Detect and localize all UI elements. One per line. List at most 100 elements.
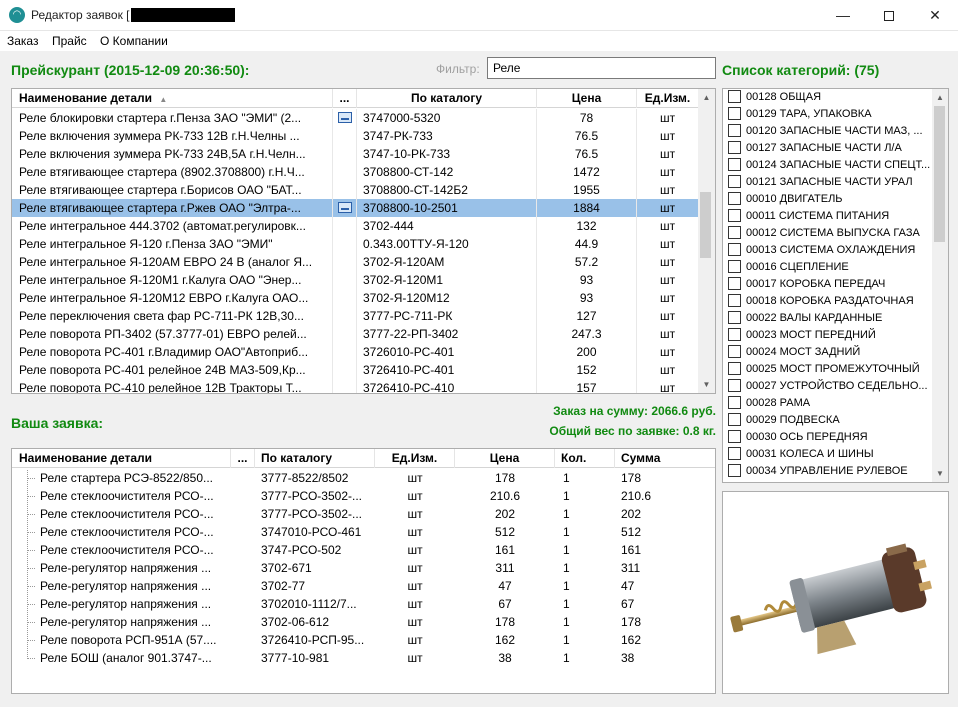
category-item[interactable]: 00127 ЗАПАСНЫЕ ЧАСТИ Л/А bbox=[728, 140, 902, 157]
table-row[interactable]: Реле блокировки стартера г.Пенза ЗАО "ЭМ… bbox=[12, 109, 698, 127]
picture-cell[interactable] bbox=[333, 361, 357, 379]
col-catalog-header[interactable]: По каталогу bbox=[357, 89, 537, 108]
quantity-value[interactable]: 1 bbox=[563, 613, 615, 631]
table-row[interactable]: Реле интегральное Я-120М12 ЕВРО г.Калуга… bbox=[12, 289, 698, 307]
cat-scroll-down-icon[interactable]: ▼ bbox=[932, 465, 948, 482]
quantity-value[interactable]: 1 bbox=[563, 631, 615, 649]
table-row[interactable]: Реле поворота РС-401 г.Владимир ОАО"Авто… bbox=[12, 343, 698, 361]
order-col-catalog-header[interactable]: По каталогу bbox=[255, 449, 375, 468]
picture-cell[interactable] bbox=[333, 307, 357, 325]
scroll-down-icon[interactable]: ▼ bbox=[698, 376, 715, 393]
category-item[interactable]: 00010 ДВИГАТЕЛЬ bbox=[728, 191, 843, 208]
category-checkbox[interactable] bbox=[728, 396, 741, 409]
minimize-button[interactable]: — bbox=[820, 0, 866, 31]
category-item[interactable]: 00011 СИСТЕМА ПИТАНИЯ bbox=[728, 208, 889, 225]
category-item[interactable]: 00121 ЗАПАСНЫЕ ЧАСТИ УРАЛ bbox=[728, 174, 913, 191]
picture-cell[interactable] bbox=[333, 253, 357, 271]
table-row[interactable]: Реле интегральное Я-120АМ ЕВРО 24 В (ана… bbox=[12, 253, 698, 271]
category-checkbox[interactable] bbox=[728, 107, 741, 120]
picture-cell[interactable] bbox=[333, 235, 357, 253]
col-price-header[interactable]: Цена bbox=[537, 89, 637, 108]
order-col-unit-header[interactable]: Ед.Изм. bbox=[375, 449, 455, 468]
category-checkbox[interactable] bbox=[728, 192, 741, 205]
close-button[interactable]: ✕ bbox=[912, 0, 958, 31]
quantity-value[interactable]: 1 bbox=[563, 469, 615, 487]
table-row[interactable]: Реле стеклоочистителя РСО-... 3777-РСО-35… bbox=[12, 505, 715, 523]
category-checkbox[interactable] bbox=[728, 362, 741, 375]
table-row[interactable]: Реле поворота РП-3402 (57.3777-01) ЕВРО … bbox=[12, 325, 698, 343]
table-row[interactable]: Реле БОШ (аналог 901.3747-... 3777-10-981… bbox=[12, 649, 715, 667]
maximize-button[interactable] bbox=[866, 0, 912, 31]
order-col-pic-header[interactable]: ... bbox=[231, 449, 255, 468]
order-col-sum-header[interactable]: Сумма bbox=[615, 449, 715, 468]
category-checkbox[interactable] bbox=[728, 260, 741, 273]
quantity-value[interactable]: 1 bbox=[563, 649, 615, 667]
table-row[interactable]: Реле-регулятор напряжения ... 3702-671 шт 3… bbox=[12, 559, 715, 577]
category-item[interactable]: 00025 МОСТ ПРОМЕЖУТОЧНЫЙ bbox=[728, 361, 920, 378]
order-col-qty-header[interactable]: Кол. bbox=[555, 449, 615, 468]
table-row[interactable]: Реле включения зуммера РК-733 12В г.Н.Че… bbox=[12, 127, 698, 145]
category-item[interactable]: 00030 ОСЬ ПЕРЕДНЯЯ bbox=[728, 429, 868, 446]
categories-scrollbar[interactable]: ▲ ▼ bbox=[932, 89, 948, 482]
category-item[interactable]: 00034 УПРАВЛЕНИЕ РУЛЕВОЕ bbox=[728, 463, 908, 480]
category-item[interactable]: 00016 СЦЕПЛЕНИЕ bbox=[728, 259, 849, 276]
col-pic-header[interactable]: ... bbox=[333, 89, 357, 108]
scroll-up-icon[interactable]: ▲ bbox=[698, 89, 715, 106]
table-row[interactable]: Реле стеклоочистителя РСО-... 3747-РСО-50… bbox=[12, 541, 715, 559]
table-row[interactable]: Реле стартера РСЭ-8522/850... 3777-8522/8… bbox=[12, 469, 715, 487]
category-item[interactable]: 00023 МОСТ ПЕРЕДНИЙ bbox=[728, 327, 876, 344]
quantity-value[interactable]: 1 bbox=[563, 487, 615, 505]
category-item[interactable]: 00028 РАМА bbox=[728, 395, 810, 412]
quantity-value[interactable]: 1 bbox=[563, 523, 615, 541]
picture-cell[interactable] bbox=[333, 271, 357, 289]
category-checkbox[interactable] bbox=[728, 226, 741, 239]
table-row[interactable]: Реле втягивающее стартера (8902.3708800)… bbox=[12, 163, 698, 181]
table-row[interactable]: Реле-регулятор напряжения ... 3702-06-612… bbox=[12, 613, 715, 631]
category-item[interactable]: 00022 ВАЛЫ КАРДАННЫЕ bbox=[728, 310, 882, 327]
category-checkbox[interactable] bbox=[728, 464, 741, 477]
order-col-name-header[interactable]: Наименование детали bbox=[12, 449, 231, 468]
scrollbar-thumb[interactable] bbox=[700, 192, 711, 258]
category-checkbox[interactable] bbox=[728, 413, 741, 426]
cat-scrollbar-thumb[interactable] bbox=[934, 106, 945, 242]
category-checkbox[interactable] bbox=[728, 277, 741, 290]
table-row[interactable]: Реле интегральное Я-120М1 г.Калуга ОАО "… bbox=[12, 271, 698, 289]
category-checkbox[interactable] bbox=[728, 328, 741, 341]
category-item[interactable]: 00120 ЗАПАСНЫЕ ЧАСТИ МАЗ, ... bbox=[728, 123, 923, 140]
order-col-price-header[interactable]: Цена bbox=[455, 449, 555, 468]
category-item[interactable]: 00129 ТАРА, УПАКОВКА bbox=[728, 106, 872, 123]
quantity-value[interactable]: 1 bbox=[563, 505, 615, 523]
category-item[interactable]: 00031 КОЛЕСА И ШИНЫ bbox=[728, 446, 874, 463]
quantity-value[interactable]: 1 bbox=[563, 541, 615, 559]
table-row[interactable]: Реле втягивающее стартера г.Борисов ОАО … bbox=[12, 181, 698, 199]
table-row[interactable]: Реле поворота РС-401 релейное 24В МАЗ-50… bbox=[12, 361, 698, 379]
picture-cell[interactable] bbox=[333, 145, 357, 163]
picture-icon[interactable] bbox=[338, 202, 352, 213]
picture-cell[interactable] bbox=[333, 109, 357, 127]
category-checkbox[interactable] bbox=[728, 379, 741, 392]
col-unit-header[interactable]: Ед.Изм. bbox=[637, 89, 698, 108]
table-row[interactable]: Реле интегральное 444.3702 (автомат.регу… bbox=[12, 217, 698, 235]
picture-cell[interactable] bbox=[333, 181, 357, 199]
quantity-value[interactable]: 1 bbox=[563, 595, 615, 613]
cat-scroll-up-icon[interactable]: ▲ bbox=[932, 89, 948, 106]
category-item[interactable]: 00013 СИСТЕМА ОХЛАЖДЕНИЯ bbox=[728, 242, 915, 259]
filter-input[interactable] bbox=[487, 57, 716, 79]
picture-cell[interactable] bbox=[333, 217, 357, 235]
category-checkbox[interactable] bbox=[728, 141, 741, 154]
category-checkbox[interactable] bbox=[728, 447, 741, 460]
category-checkbox[interactable] bbox=[728, 430, 741, 443]
category-checkbox[interactable] bbox=[728, 158, 741, 171]
picture-cell[interactable] bbox=[333, 325, 357, 343]
table-row[interactable]: Реле втягивающее стартера г.Ржев ОАО "Эл… bbox=[12, 199, 698, 217]
category-item[interactable]: 00024 МОСТ ЗАДНИЙ bbox=[728, 344, 860, 361]
category-checkbox[interactable] bbox=[728, 294, 741, 307]
table-row[interactable]: Реле поворота РСП-951А (57.... 3726410-РС… bbox=[12, 631, 715, 649]
picture-cell[interactable] bbox=[333, 343, 357, 361]
quantity-value[interactable]: 1 bbox=[563, 577, 615, 595]
table-row[interactable]: Реле поворота РС-410 релейное 12В Тракто… bbox=[12, 379, 698, 393]
picture-cell[interactable] bbox=[333, 127, 357, 145]
picture-cell[interactable] bbox=[333, 199, 357, 217]
menu-order[interactable]: Заказ bbox=[7, 34, 38, 48]
table-row[interactable]: Реле-регулятор напряжения ... 3702-77 шт 47… bbox=[12, 577, 715, 595]
